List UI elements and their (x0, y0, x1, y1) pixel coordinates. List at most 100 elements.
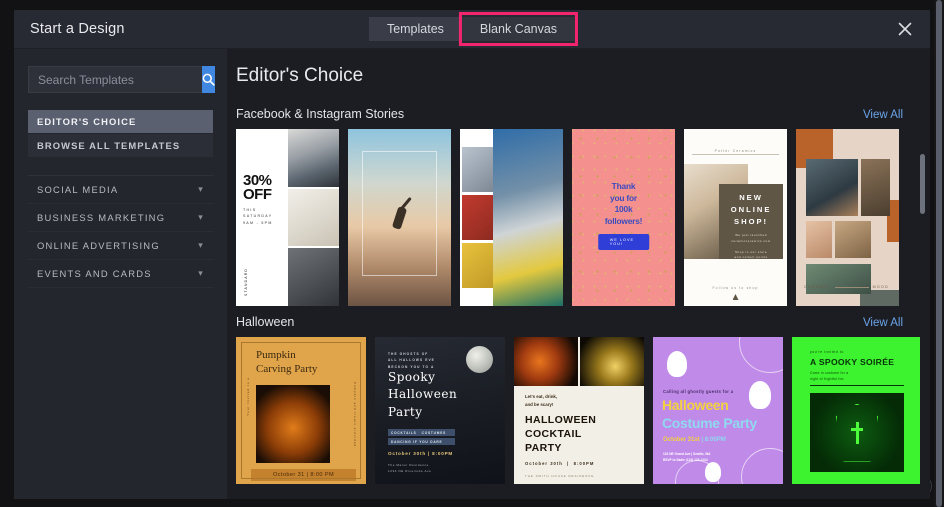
photo-pumpkin-drink (514, 337, 579, 386)
photo-figure-arm (398, 197, 412, 212)
category-label: BUSINESS MARKETING (37, 212, 166, 223)
card-pretext: Let's eat, drink, and be scary! (525, 394, 558, 407)
content-scrollbar[interactable] (920, 141, 925, 499)
card-headline-line-1: Halloween (662, 397, 729, 413)
chevron-down-icon: ▾ (198, 268, 204, 278)
tab-group: Templates Blank Canvas (368, 12, 579, 46)
card-headline: Thank you for 100k followers! (604, 181, 643, 226)
template-card-cliff-handstand[interactable] (348, 129, 451, 306)
card-main-photo (492, 129, 563, 306)
modal-header: Start a Design Templates Blank Canvas (14, 10, 930, 49)
start-a-design-modal: Start a Design Templates Blank Canvas ED… (14, 10, 930, 499)
template-card-new-online-shop[interactable]: Potter Ceramics NEW ONLINE SHOP! We just l… (684, 129, 787, 306)
view-all-link[interactable]: View All (863, 317, 903, 329)
photo-figure (392, 206, 408, 230)
content-scrollbar-thumb[interactable] (920, 154, 925, 214)
photo-sweater (287, 248, 339, 306)
card-text-panel: 30% OFF THIS SATURDAY 9AM - 5PM STANDARD (236, 129, 288, 306)
collage-photo-4 (835, 221, 872, 259)
chevron-down-icon: ▾ (198, 184, 204, 194)
chevron-down-icon: ▾ (198, 240, 204, 250)
page-scrollbar[interactable] (934, 0, 944, 507)
page-scrollbar-thumb[interactable] (936, 0, 942, 507)
sidebar-nav: EDITOR'S CHOICE BROWSE ALL TEMPLATES (28, 110, 213, 157)
shop-icon (732, 294, 739, 300)
section-header: Halloween View All (236, 315, 921, 329)
section-title: Facebook & Instagram Stories (236, 107, 405, 121)
modal-body: EDITOR'S CHOICE BROWSE ALL TEMPLATES SOC… (14, 49, 930, 499)
template-card-thirty-percent-off[interactable]: 30% OFF THIS SATURDAY 9AM - 5PM STANDARD (236, 129, 339, 306)
ghost-graphic-2 (749, 381, 771, 409)
section-header: Facebook & Instagram Stories View All (236, 107, 921, 121)
chevron-down-icon: ▾ (198, 212, 204, 222)
photo-jack-o-lantern (256, 385, 330, 463)
tab-blank-canvas[interactable]: Blank Canvas (458, 12, 579, 46)
thumb-3 (462, 243, 493, 288)
card-pretext: you're invited to (810, 350, 844, 354)
divider (810, 385, 904, 386)
card-side-text-right: Pumpkin and treats provided (353, 382, 357, 448)
page-title: Start a Design (30, 21, 125, 37)
ghost-graphic-1 (667, 351, 687, 377)
close-icon[interactable] (894, 18, 916, 40)
cross-icon (851, 421, 863, 444)
spiderweb-graphic-2 (741, 448, 783, 484)
card-top-label: Potter Ceramics (710, 149, 761, 153)
card-photo-stack (287, 129, 339, 306)
search-row (28, 66, 215, 93)
tab-templates[interactable]: Templates (368, 17, 462, 41)
template-card-spooky-halloween-party[interactable]: THE GHOSTS OF ALL HALLOWS EVE BECKON YOU T… (375, 337, 505, 484)
card-headline: Pumpkin Carving Party (256, 349, 318, 375)
search-input[interactable] (28, 66, 202, 93)
sidebar-item-online-advertising[interactable]: ONLINE ADVERTISING ▾ (28, 232, 213, 260)
template-card-thank-you-100k[interactable]: Thank you for 100k followers! WE LOVE YOU! (572, 129, 675, 306)
card-bar-2: DANCING IF YOU DARE (388, 438, 455, 445)
photo-knit-top (287, 188, 339, 247)
card-headline-line-2: Costume Party (662, 415, 757, 431)
sidebar-item-social-media[interactable]: SOCIAL MEDIA ▾ (28, 176, 213, 204)
template-card-spooky-soiree[interactable]: you're invited to A SPOOKY SOIRÉE Come i… (792, 337, 922, 484)
divider (692, 154, 779, 155)
sidebar-item-editors-choice[interactable]: EDITOR'S CHOICE (28, 110, 213, 133)
section-halloween: Halloween View All Your Invited to a Pum… (236, 315, 922, 484)
card-footer: Follow us to shop (712, 286, 759, 290)
caption-divider (834, 286, 869, 288)
template-card-pumpkin-carving-party[interactable]: Your Invited to a Pumpkin and treats pro… (236, 337, 366, 484)
template-card-halloween-cocktail-party[interactable]: Let's eat, drink, and be scary! HALLOWEEN… (514, 337, 644, 484)
card-pretext: Calling all ghostly guests for a (663, 389, 734, 394)
photo-clothing-rack (287, 129, 339, 187)
section-facebook-instagram-stories: Facebook & Instagram Stories View All 30… (236, 107, 921, 306)
collage-photo-3 (806, 221, 833, 259)
card-caption: CURRENT MOOD (804, 285, 889, 289)
template-card-halloween-costume-party[interactable]: Calling all ghostly guests for a Hallowe… (653, 337, 783, 484)
card-footer: THE SMITH HOUSE RESIDENCE (525, 474, 595, 478)
template-card-street-fashion[interactable] (460, 129, 563, 306)
card-date: October 31 | 8:00 PM (251, 469, 356, 481)
card-side-text-left: Your Invited to a (246, 377, 250, 416)
collage-photo-1 (806, 159, 858, 216)
card-headline: Spooky Halloween Party (388, 370, 458, 419)
card-date: October 30th | 8:00PM (525, 461, 595, 466)
photo-cocktail (579, 337, 644, 386)
card-subtext: THIS SATURDAY 9AM - 5PM (243, 208, 273, 225)
template-card-row: Your Invited to a Pumpkin and treats pro… (236, 337, 922, 484)
card-headline: NEW ONLINE SHOP! (730, 193, 772, 226)
view-all-link[interactable]: View All (863, 109, 903, 121)
thumb-1 (462, 147, 493, 192)
template-card-current-mood[interactable]: CURRENT MOOD (796, 129, 899, 306)
coffin-icon (836, 403, 878, 462)
category-label: SOCIAL MEDIA (37, 184, 119, 195)
caption-right: MOOD (872, 285, 889, 289)
thumb-2 (462, 195, 493, 240)
moon-graphic (466, 346, 493, 373)
sidebar-item-events-and-cards[interactable]: EVENTS AND CARDS ▾ (28, 260, 213, 288)
sidebar-item-business-marketing[interactable]: BUSINESS MARKETING ▾ (28, 204, 213, 232)
search-button[interactable] (202, 66, 215, 93)
spiderweb-graphic-1 (739, 337, 783, 373)
section-title: Halloween (236, 315, 295, 329)
card-detail: Come in costume for a night of frightful … (810, 371, 849, 382)
sidebar-item-browse-all-templates[interactable]: BROWSE ALL TEMPLATES (28, 134, 213, 157)
card-detail: We just launched ceramicceramics.com Shop … (731, 233, 771, 260)
category-label: ONLINE ADVERTISING (37, 240, 160, 251)
card-date: October 31st | 8:00PM (663, 437, 726, 443)
